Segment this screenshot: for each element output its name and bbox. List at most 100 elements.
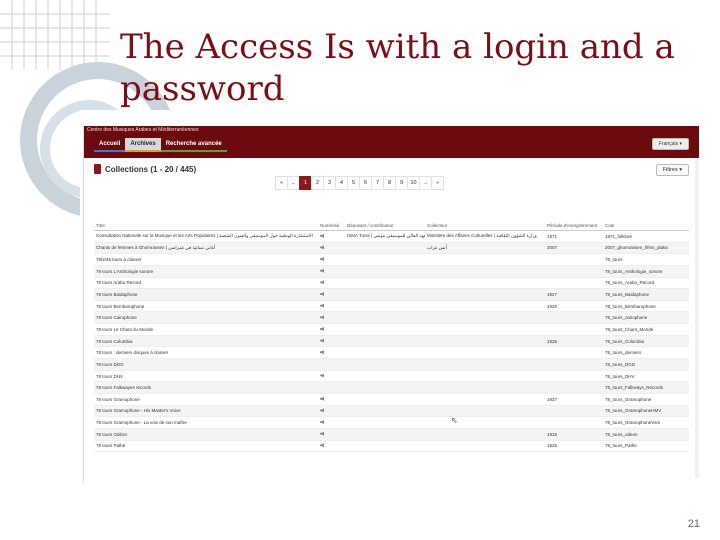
table-row[interactable]: 78 tours Odéon 1915 78_tours_odeon (94, 428, 689, 441)
audio-cell (318, 265, 345, 278)
column-header[interactable]: Titre (94, 221, 318, 231)
nav-item-2[interactable]: Recherche avancée (160, 138, 227, 152)
period-cell: 1915 (545, 428, 603, 441)
table-row[interactable]: 78 tours L'Anthologie sonore 78_tours_Ant… (94, 265, 689, 278)
collection-title-link[interactable]: 78 tours Pathé (94, 440, 318, 453)
collection-title-link[interactable]: 78 tours Gramophone (94, 393, 318, 406)
table-row[interactable]: 78 tours DGG 78_tours_DGG (94, 358, 689, 371)
collection-title-link[interactable]: 78 tours DHV (94, 370, 318, 383)
table-row[interactable]: 78 tours Gramophone - La voix de son maî… (94, 416, 689, 429)
scrollbar[interactable] (695, 158, 699, 478)
collection-title-link[interactable]: 78 tours Bembarophone (94, 300, 318, 313)
slide-title: The Access Is with a login and a passwor… (120, 27, 675, 109)
table-row[interactable]: Chants de femmes à Ghomrassen | أغاني نس… (94, 242, 689, 255)
table-row[interactable]: 78 tours Falkwayes records 78_tours_Falkw… (94, 381, 689, 394)
collector-cell (425, 323, 545, 336)
code-cell: 78_tours_Gramophone (603, 393, 689, 406)
period-cell (545, 346, 603, 360)
collection-title-link[interactable]: 78 tours L'Anthologie sonore (94, 265, 318, 278)
audio-cell (318, 323, 345, 336)
code-cell: 78_tours_Baidaphone (603, 288, 689, 301)
collector-cell (425, 300, 545, 313)
collection-title-link[interactable]: 78 tours Falkwayes records (94, 381, 318, 394)
collection-title-link[interactable]: Consultation Nationale sur la Musique et… (94, 230, 318, 243)
collector-cell (425, 277, 545, 290)
table-row[interactable]: 78 tours Bembarophone 1926 78_tours_Bembar… (94, 300, 689, 313)
collection-title-link[interactable]: 78 tours Gramophone - La voix de son maî… (94, 416, 318, 429)
site-title: Centre des Musiques Arabes et Méditerran… (87, 127, 199, 133)
nav-item-0[interactable]: Accueil (94, 138, 126, 152)
collection-title-link[interactable]: 78 tours Baidaphone (94, 288, 318, 301)
speaker-icon (320, 315, 324, 320)
column-header[interactable]: Période d'enregistrement (545, 221, 603, 231)
table-row[interactable]: 78 tours Gramophone 1927 78_tours_Gramopho… (94, 393, 689, 406)
depositor-cell (345, 311, 425, 325)
speaker-icon (320, 245, 324, 250)
collector-cell: أنس غراب (425, 242, 545, 255)
table-row[interactable]: Consultation Nationale sur la Musique et… (94, 230, 689, 243)
collector-cell (425, 253, 545, 266)
collection-title-link[interactable]: 78 tours Le Chant du Monde (94, 323, 318, 336)
depositor-cell (345, 405, 425, 418)
language-select[interactable]: Français ▾ (651, 138, 689, 150)
code-cell: 78_tours_Arabo_Record (603, 277, 689, 290)
audio-cell (318, 242, 345, 255)
table-row[interactable]: 78 tours Cairophone 78_tours_cairophone (94, 311, 689, 325)
audio-cell (318, 381, 345, 394)
table-row[interactable]: 78/2/45 tours à classer 78_tours (94, 253, 689, 266)
collector-cell (425, 440, 545, 453)
code-cell: 78_tours_cairophone (603, 311, 689, 325)
code-cell: 78_tours_derniers (603, 346, 689, 360)
speaker-icon (320, 292, 324, 297)
table-row[interactable]: 78 tours Gramophone - His Master's Voice… (94, 405, 689, 418)
collector-cell (425, 416, 545, 429)
page-link[interactable]: » (431, 176, 444, 190)
depositor-cell (345, 346, 425, 360)
speaker-icon (320, 268, 324, 273)
table-row[interactable]: 78 tours Arabo Record 78_tours_Arabo_Reco… (94, 277, 689, 290)
collection-title-link[interactable]: 78 tours : derniers disques à classer (94, 346, 318, 360)
period-cell: 1927 (545, 393, 603, 406)
collection-title-link[interactable]: 78/2/45 tours à classer (94, 253, 318, 266)
collector-cell (425, 381, 545, 394)
speaker-icon (320, 443, 324, 448)
depositor-cell (345, 265, 425, 278)
main-nav: Accueil Archives Recherche avancée (94, 138, 227, 152)
collection-title-link[interactable]: 78 tours Arabo Record (94, 277, 318, 290)
column-header[interactable]: Collecteur (425, 221, 545, 231)
table-row[interactable]: 78 tours Columbia 1926 78_tours_Columbia (94, 335, 689, 348)
column-header[interactable]: Cote (603, 221, 689, 231)
table-row[interactable]: 78 tours Baidaphone 1927 78_tours_Baidapho… (94, 288, 689, 301)
period-cell (545, 311, 603, 325)
speaker-icon (320, 338, 324, 343)
collection-title-link[interactable]: 78 tours Gramophone - His Master's Voice (94, 405, 318, 418)
code-cell: 78_tours_Columbia (603, 335, 689, 348)
table-row[interactable]: 78 tours DHV 78_tours_DHV (94, 370, 689, 383)
period-cell (545, 253, 603, 266)
code-cell: 1971_folklore (603, 230, 689, 243)
collection-title-link[interactable]: 78 tours Odéon (94, 428, 318, 441)
collection-title-link[interactable]: 78 tours DGG (94, 358, 318, 371)
slide-number: 21 (687, 518, 700, 530)
table-row[interactable]: 78 tours Pathé 1926 78_tours_Pathe (94, 440, 689, 453)
audio-cell (318, 300, 345, 313)
audio-cell (318, 335, 345, 348)
filters-button[interactable]: Filtres ▾ (655, 164, 689, 176)
website-screenshot: Centre des Musiques Arabes et Méditerran… (83, 126, 699, 483)
column-header[interactable]: Numérisé (318, 221, 345, 231)
nav-underline (125, 150, 161, 152)
collection-title-link[interactable]: 78 tours Columbia (94, 335, 318, 348)
collection-title-link[interactable]: Chants de femmes à Ghomrassen | أغاني نس… (94, 242, 318, 255)
period-cell (545, 277, 603, 290)
table-row[interactable]: 78 tours Le Chant du Monde 78_tours_Chant… (94, 323, 689, 336)
collection-title-link[interactable]: 78 tours Cairophone (94, 311, 318, 325)
depositor-cell (345, 416, 425, 429)
nav-item-1[interactable]: Archives (125, 138, 161, 152)
code-cell: 78_tours (603, 253, 689, 266)
period-cell (545, 323, 603, 336)
column-header[interactable]: Déposant / contributeur (345, 221, 425, 231)
collections-title: Collections (1 - 20 / 445) (105, 164, 197, 174)
code-cell: 78_tours_DGG (603, 358, 689, 371)
depositor-cell (345, 428, 425, 441)
table-row[interactable]: 78 tours : derniers disques à classer 78_… (94, 346, 689, 360)
